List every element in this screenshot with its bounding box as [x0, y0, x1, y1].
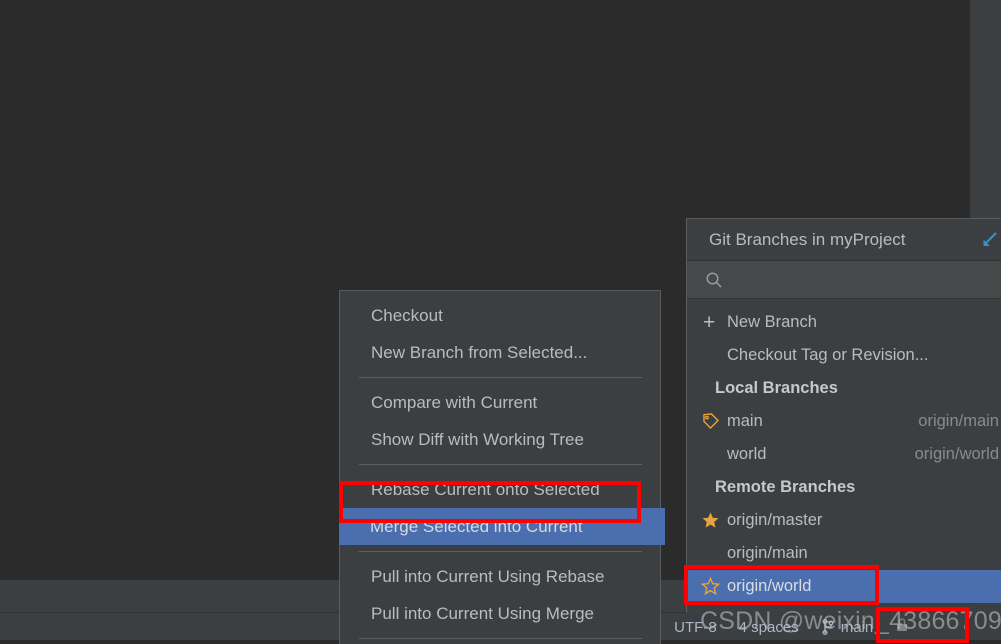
menu-item-merge-selected-into-current[interactable]: Merge Selected into Current — [339, 508, 665, 545]
menu-item-compare-with-current[interactable]: Compare with Current — [340, 384, 660, 421]
branch-tracking: origin/main — [918, 412, 999, 430]
group-header-remote-branches: Remote Branches — [715, 478, 856, 496]
menu-item-checkout[interactable]: Checkout — [340, 297, 660, 334]
star-filled-icon — [701, 511, 727, 530]
star-outline-icon[interactable] — [701, 577, 727, 596]
tag-icon — [701, 412, 727, 431]
action-new-branch[interactable]: + New Branch — [687, 306, 1001, 339]
branch-row-origin-master[interactable]: origin/master — [687, 504, 1001, 537]
branch-label: origin/master — [727, 511, 823, 529]
git-branches-popup-header: Git Branches in myProject — [687, 219, 1001, 261]
lock-icon[interactable] — [895, 617, 909, 637]
menu-item-label: Merge Selected into Current — [370, 516, 583, 536]
action-label: Checkout Tag or Revision... — [727, 346, 929, 364]
plus-icon: + — [703, 311, 716, 334]
branch-row-origin-main[interactable]: origin/main — [687, 537, 1001, 570]
branch-label: origin/main — [727, 544, 808, 562]
menu-item-pull-into-current-using-merge[interactable]: Pull into Current Using Merge — [340, 595, 660, 632]
menu-item-label: Rebase Current onto Selected — [371, 479, 600, 499]
menu-item-label: Show Diff with Working Tree — [371, 429, 584, 449]
branch-tracking: origin/world — [914, 445, 999, 463]
branches-list: + New Branch Checkout Tag or Revision...… — [687, 299, 1001, 603]
menu-separator — [359, 464, 642, 465]
menu-item-label: New Branch from Selected... — [371, 342, 588, 362]
menu-item-label: Pull into Current Using Merge — [371, 603, 594, 623]
branch-context-menu: Checkout New Branch from Selected... Com… — [339, 290, 665, 644]
status-encoding[interactable]: UTF-8 — [674, 619, 717, 636]
branch-label: origin/world — [727, 577, 812, 595]
menu-separator — [359, 638, 642, 639]
menu-item-label: Checkout — [371, 305, 443, 325]
group-header-local-branches: Local Branches — [715, 379, 838, 397]
status-indent[interactable]: 4 spaces — [739, 619, 799, 636]
action-label: New Branch — [727, 313, 817, 331]
status-branch-label: main — [840, 618, 874, 636]
open-in-window-icon[interactable] — [979, 230, 999, 250]
menu-item-label: Pull into Current Using Rebase — [371, 566, 605, 586]
status-branch-widget[interactable]: main — [821, 618, 874, 636]
git-branch-icon — [822, 619, 834, 635]
branch-label: world — [727, 445, 767, 463]
menu-separator — [359, 377, 642, 378]
popup-title: Git Branches in myProject — [709, 229, 906, 249]
menu-item-pull-into-current-using-rebase[interactable]: Pull into Current Using Rebase — [340, 558, 660, 595]
branch-row-origin-world[interactable]: origin/world — [687, 570, 1001, 603]
menu-item-label: Compare with Current — [371, 392, 538, 412]
menu-item-rebase-current-onto-selected[interactable]: Rebase Current onto Selected — [340, 471, 660, 508]
branch-search-field[interactable] — [687, 261, 1001, 299]
branch-row-main[interactable]: main origin/main — [687, 405, 1001, 438]
branch-label: main — [727, 412, 763, 430]
ide-window: CRLF UTF-8 4 spaces main Checkout New — [0, 0, 1001, 644]
menu-separator — [359, 551, 642, 552]
menu-item-new-branch-from-selected[interactable]: New Branch from Selected... — [340, 334, 660, 371]
branch-row-world[interactable]: world origin/world — [687, 438, 1001, 471]
search-icon — [706, 271, 722, 288]
git-branches-popup: Git Branches in myProject + New Branch C… — [686, 218, 1001, 613]
menu-item-show-diff-with-working-tree[interactable]: Show Diff with Working Tree — [340, 421, 660, 458]
action-checkout-tag-or-revision[interactable]: Checkout Tag or Revision... — [687, 339, 1001, 372]
